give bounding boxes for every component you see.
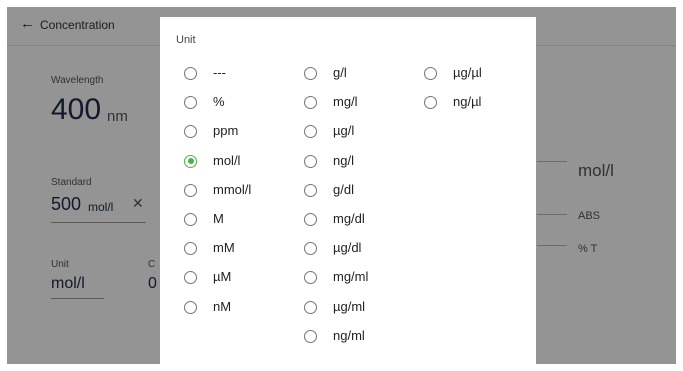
unit-option-label: ng/µl bbox=[453, 94, 482, 110]
radio-selected-icon[interactable] bbox=[184, 154, 197, 168]
radio-icon[interactable] bbox=[184, 183, 197, 197]
radio-icon[interactable] bbox=[304, 154, 317, 168]
unit-option-label: mmol/l bbox=[213, 181, 252, 197]
unit-option[interactable]: ppm bbox=[184, 122, 299, 142]
dialog-title: Unit bbox=[176, 34, 196, 46]
radio-icon[interactable] bbox=[304, 183, 317, 197]
unit-option-label: mg/l bbox=[333, 94, 358, 110]
radio-icon[interactable] bbox=[304, 96, 317, 110]
unit-option[interactable]: mM bbox=[184, 239, 299, 259]
unit-option-label: % bbox=[213, 94, 225, 110]
unit-option-label: mM bbox=[213, 240, 235, 256]
unit-option[interactable]: µM bbox=[184, 268, 299, 288]
unit-option-label: ng/ml bbox=[333, 327, 365, 343]
radio-icon[interactable] bbox=[304, 329, 317, 343]
unit-dialog: Unit ---% ppm mol/l mmol/l MmM µM nM g/l mg/l µg/… bbox=[160, 17, 536, 364]
unit-option[interactable]: mmol/l bbox=[184, 181, 299, 201]
unit-option-label: µg/ml bbox=[333, 298, 366, 314]
unit-option[interactable]: g/l bbox=[304, 64, 419, 84]
unit-option-label: g/l bbox=[333, 65, 347, 80]
radio-icon[interactable] bbox=[304, 125, 317, 139]
radio-icon[interactable] bbox=[184, 125, 197, 139]
radio-icon[interactable] bbox=[304, 67, 317, 80]
unit-option[interactable]: ng/µl bbox=[424, 93, 539, 113]
unit-option[interactable]: M bbox=[184, 210, 299, 230]
unit-option-label: --- bbox=[213, 65, 226, 80]
unit-option[interactable]: mol/l bbox=[184, 152, 299, 172]
unit-option-label: nM bbox=[213, 298, 232, 314]
radio-icon[interactable] bbox=[184, 300, 197, 314]
unit-option-label: ppm bbox=[213, 123, 239, 139]
unit-option-label: ng/l bbox=[333, 152, 354, 168]
unit-option-label: M bbox=[213, 211, 224, 226]
radio-icon[interactable] bbox=[424, 96, 437, 110]
radio-icon[interactable] bbox=[184, 213, 197, 226]
unit-option[interactable]: nM bbox=[184, 298, 299, 318]
unit-option-label: mg/dl bbox=[333, 211, 365, 226]
unit-option-label: µg/dl bbox=[333, 240, 362, 256]
unit-option[interactable]: mg/ml bbox=[304, 268, 419, 288]
unit-option-label: mol/l bbox=[213, 152, 241, 168]
radio-icon[interactable] bbox=[304, 271, 317, 285]
radio-icon[interactable] bbox=[424, 67, 437, 80]
unit-option[interactable]: mg/dl bbox=[304, 210, 419, 230]
radio-icon[interactable] bbox=[184, 271, 197, 285]
unit-option[interactable]: µg/µl bbox=[424, 64, 539, 84]
unit-option-label: µg/µl bbox=[453, 65, 482, 80]
radio-icon[interactable] bbox=[304, 213, 317, 226]
radio-icon[interactable] bbox=[304, 300, 317, 314]
unit-option[interactable]: % bbox=[184, 93, 299, 113]
unit-option[interactable]: µg/l bbox=[304, 122, 419, 142]
unit-option-label: µg/l bbox=[333, 123, 355, 139]
unit-option[interactable]: µg/dl bbox=[304, 239, 419, 259]
radio-icon[interactable] bbox=[304, 242, 317, 256]
radio-icon[interactable] bbox=[184, 67, 197, 80]
radio-icon[interactable] bbox=[184, 242, 197, 256]
unit-option-label: g/dl bbox=[333, 181, 354, 197]
unit-option[interactable]: mg/l bbox=[304, 93, 419, 113]
unit-option[interactable]: µg/ml bbox=[304, 298, 419, 318]
unit-option[interactable]: --- bbox=[184, 64, 299, 84]
unit-option-label: µM bbox=[213, 269, 232, 285]
unit-option[interactable]: ng/l bbox=[304, 152, 419, 172]
unit-option[interactable]: ng/ml bbox=[304, 327, 419, 347]
screen: ← Concentration Wavelength 400 nm Standa… bbox=[7, 7, 676, 364]
radio-icon[interactable] bbox=[184, 96, 197, 110]
unit-option-label: mg/ml bbox=[333, 269, 369, 285]
unit-option[interactable]: g/dl bbox=[304, 181, 419, 201]
